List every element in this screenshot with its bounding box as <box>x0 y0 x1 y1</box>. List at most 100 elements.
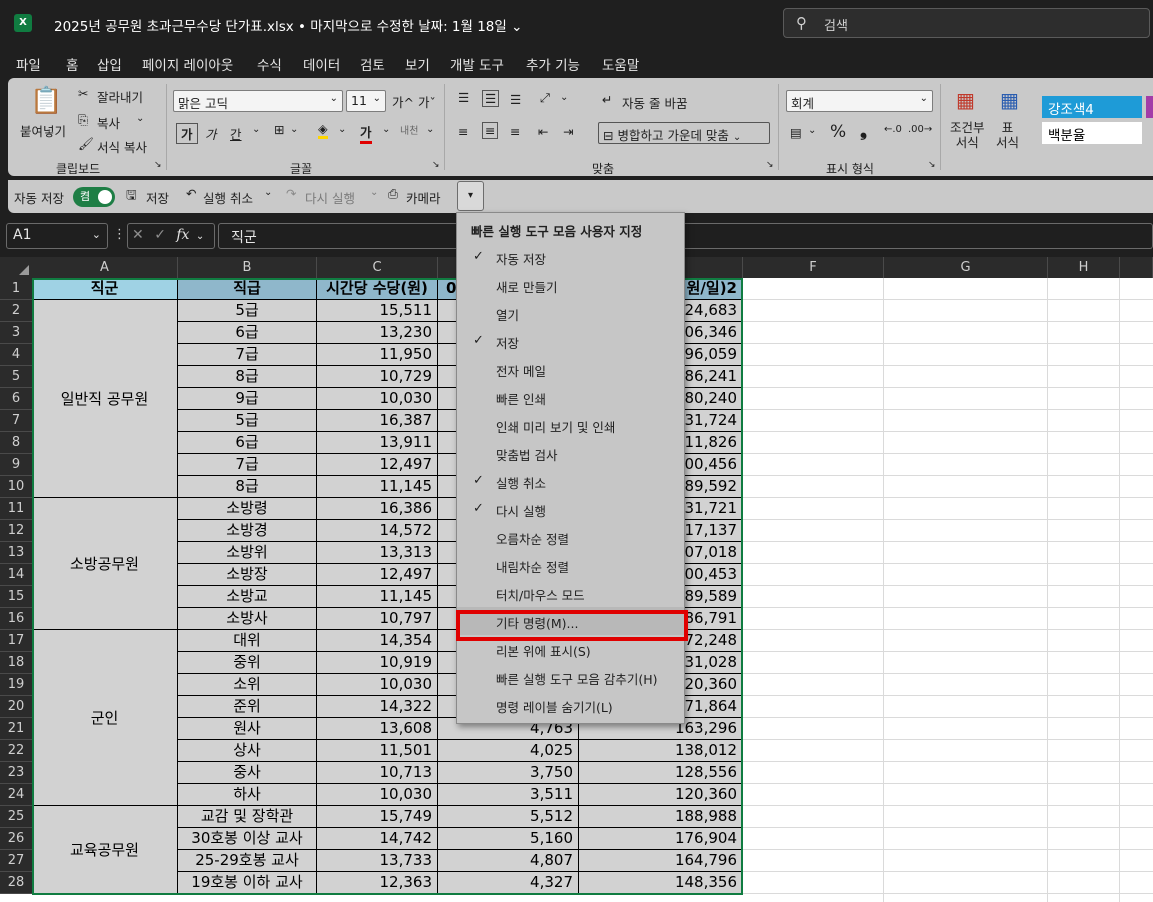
table-cell[interactable]: 10,713 <box>317 762 438 784</box>
table-cell[interactable]: 14,572 <box>317 520 438 542</box>
table-cell[interactable]: 164,796 <box>579 850 743 872</box>
table-cell[interactable]: 16,387 <box>317 410 438 432</box>
group-cell[interactable]: 교육공무원 <box>32 806 178 894</box>
align-top-icon[interactable]: ☰ <box>458 90 469 105</box>
row-header[interactable]: 15 <box>0 586 32 608</box>
tab-data[interactable]: 데이터 <box>303 54 340 74</box>
table-cell[interactable]: 교감 및 장학관 <box>178 806 317 828</box>
tab-insert[interactable]: 삽입 <box>97 54 122 74</box>
table-cell[interactable]: 13,230 <box>317 322 438 344</box>
autosave-toggle[interactable]: 켬 <box>73 187 115 207</box>
row-header[interactable]: 16 <box>0 608 32 630</box>
increase-decimal-icon[interactable]: ←.0 <box>884 124 902 135</box>
row-header[interactable]: 17 <box>0 630 32 652</box>
align-right-icon[interactable]: ≡ <box>510 124 520 139</box>
row-header[interactable]: 23 <box>0 762 32 784</box>
column-header-f[interactable]: F <box>743 257 884 278</box>
table-cell[interactable]: 9급 <box>178 388 317 410</box>
table-cell[interactable]: 5급 <box>178 410 317 432</box>
table-cell[interactable]: 15,511 <box>317 300 438 322</box>
phonetic-dropdown-icon[interactable]: ⌄ <box>426 124 434 135</box>
decrease-indent-icon[interactable]: ⇤ <box>538 124 548 139</box>
menu-item[interactable]: 리본 위에 표시(S) <box>457 635 684 663</box>
row-header[interactable]: 13 <box>0 542 32 564</box>
table-cell[interactable]: 소방위 <box>178 542 317 564</box>
table-cell[interactable]: 4,025 <box>438 740 579 762</box>
italic-button[interactable]: 가 <box>205 124 217 143</box>
format-painter-icon[interactable]: 🖌 <box>78 136 94 152</box>
tab-developer[interactable]: 개발 도구 <box>450 54 504 74</box>
table-cell[interactable]: 13,313 <box>317 542 438 564</box>
row-header[interactable]: 22 <box>0 740 32 762</box>
header-cell[interactable]: 시간당 수당(원) <box>317 278 438 300</box>
shrink-font-button[interactable]: 가ˇ <box>418 92 436 111</box>
table-cell[interactable]: 소위 <box>178 674 317 696</box>
column-header-next[interactable] <box>1120 257 1153 278</box>
tab-file[interactable]: 파일 <box>16 54 41 74</box>
bold-button[interactable]: 가 <box>176 123 198 144</box>
table-cell[interactable]: 11,501 <box>317 740 438 762</box>
menu-item[interactable]: 새로 만들기 <box>457 271 684 299</box>
name-box[interactable]: A1 ⌄ <box>6 223 108 249</box>
row-header[interactable]: 12 <box>0 520 32 542</box>
table-cell[interactable]: 10,729 <box>317 366 438 388</box>
row-header[interactable]: 7 <box>0 410 32 432</box>
row-header[interactable]: 10 <box>0 476 32 498</box>
number-format-select[interactable]: 회계 ⌄ <box>786 90 933 112</box>
table-cell[interactable]: 소방경 <box>178 520 317 542</box>
paste-button[interactable]: 붙여넣기 <box>20 121 66 140</box>
row-header[interactable]: 6 <box>0 388 32 410</box>
table-cell[interactable]: 7급 <box>178 344 317 366</box>
menu-item[interactable]: 명령 레이블 숨기기(L) <box>457 691 684 719</box>
menu-item[interactable]: 맞춤법 검사 <box>457 439 684 467</box>
tab-review[interactable]: 검토 <box>360 54 385 74</box>
menu-item[interactable]: 내림차순 정렬 <box>457 551 684 579</box>
undo-icon[interactable]: ↶ <box>186 186 196 201</box>
format-as-table-button[interactable]: 표 서식 <box>996 120 1019 150</box>
header-cell[interactable]: 직급 <box>178 278 317 300</box>
align-middle-icon[interactable]: ☰ <box>482 90 500 107</box>
table-cell[interactable]: 중위 <box>178 652 317 674</box>
menu-item[interactable]: ✓ 다시 실행 <box>457 495 684 523</box>
formula-bar-grip-icon[interactable]: ⋮ <box>113 227 126 242</box>
row-header[interactable]: 1 <box>0 278 32 300</box>
style-next-swatch[interactable] <box>1146 96 1153 118</box>
table-cell[interactable]: 5,512 <box>438 806 579 828</box>
search-input[interactable]: ⚲ 검색 <box>783 8 1150 38</box>
clipboard-launcher-icon[interactable]: ↘ <box>154 160 162 170</box>
group-cell[interactable]: 소방공무원 <box>32 498 178 630</box>
table-cell[interactable]: 5,160 <box>438 828 579 850</box>
insert-function-icon[interactable]: fx <box>176 227 189 243</box>
paste-icon[interactable]: 📋 <box>30 86 62 116</box>
underline-dropdown-icon[interactable]: ⌄ <box>252 124 260 135</box>
redo-icon[interactable]: ↷ <box>286 186 296 201</box>
select-all-corner[interactable] <box>0 257 32 278</box>
camera-button[interactable]: 카메라 <box>406 188 441 207</box>
column-header-g[interactable]: G <box>884 257 1048 278</box>
table-cell[interactable]: 11,950 <box>317 344 438 366</box>
alignment-launcher-icon[interactable]: ↘ <box>766 160 774 170</box>
accounting-icon[interactable]: ▤ <box>790 125 802 140</box>
tab-page-layout[interactable]: 페이지 레이아웃 <box>142 54 233 74</box>
table-cell[interactable]: 16,386 <box>317 498 438 520</box>
menu-item[interactable]: ✓ 저장 <box>457 327 684 355</box>
border-dropdown-icon[interactable]: ⌄ <box>290 124 298 135</box>
format-table-icon[interactable]: ▦ <box>1000 88 1019 112</box>
column-header-b[interactable]: B <box>178 257 317 278</box>
percent-button[interactable]: % <box>830 122 846 142</box>
table-cell[interactable]: 소방령 <box>178 498 317 520</box>
font-name-select[interactable]: 맑은 고딕 ⌄ <box>173 90 343 112</box>
table-cell[interactable]: 25-29호봉 교사 <box>178 850 317 872</box>
group-cell[interactable]: 군인 <box>32 630 178 806</box>
wrap-text-icon[interactable]: ↵ <box>602 92 612 107</box>
fill-color-dropdown-icon[interactable]: ⌄ <box>338 124 346 135</box>
table-cell[interactable]: 12,497 <box>317 564 438 586</box>
menu-item[interactable]: 오름차순 정렬 <box>457 523 684 551</box>
table-cell[interactable]: 148,356 <box>579 872 743 894</box>
format-painter-button[interactable]: 서식 복사 <box>97 137 147 156</box>
table-cell[interactable]: 소방교 <box>178 586 317 608</box>
undo-dropdown-icon[interactable]: ⌄ <box>264 187 272 198</box>
column-header-a[interactable]: A <box>32 257 178 278</box>
align-left-icon[interactable]: ≡ <box>458 124 468 139</box>
table-cell[interactable]: 11,145 <box>317 476 438 498</box>
